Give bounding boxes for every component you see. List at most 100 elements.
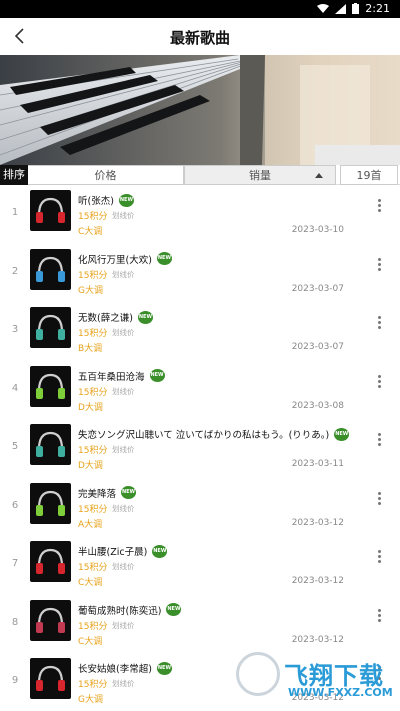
status-bar: 2:21 [0,0,400,18]
song-strike-price: 划线价 [112,503,135,513]
song-cover[interactable] [30,365,71,407]
song-strike-price: 划线价 [112,620,135,630]
more-options-icon[interactable] [376,199,382,215]
headphones-icon [36,197,65,223]
song-row[interactable]: 2 化风行万里(大欢) NEW 15积分 划线价 G大调 2023-03-07 [0,244,400,302]
song-cover[interactable] [30,424,71,465]
song-date: 2023-03-12 [291,576,344,586]
headphones-icon [36,256,65,282]
song-cover[interactable] [30,599,71,641]
song-row[interactable]: 1 听(张杰) NEW 15积分 划线价 C大调 2023-03-10 [0,185,400,243]
song-row[interactable]: 8 葡萄成熟时(陈奕迅) NEW 15积分 划线价 C大调 2023-03-12 [0,595,400,653]
song-strike-price: 划线价 [112,328,135,337]
song-title: 五百年桑田沧海 [78,371,145,383]
song-key: G大调 [78,695,103,705]
headphones-icon [36,431,65,457]
sort-by-sales[interactable]: 销量 [184,165,336,185]
status-time: 2:21 [365,2,390,15]
song-key: B大调 [78,344,103,354]
song-date: 2023-03-12 [291,517,344,528]
song-key: D大调 [78,402,103,413]
song-price: 15积分 [78,270,108,281]
song-title-line: 葡萄成熟时(陈奕迅) NEW [78,603,182,617]
song-index: 4 [11,382,19,394]
song-date: 2023-03-11 [291,459,344,469]
more-options-icon[interactable] [376,257,382,274]
song-strike-price: 划线价 [112,679,135,688]
song-cover[interactable] [30,307,71,348]
song-strike-price: 划线价 [112,386,135,396]
song-title-line: 长安姑娘(李常超) NEW [78,661,172,675]
headphones-icon [36,665,65,691]
watermark-logo: 飞翔下载 WWW.FXXZ.COM [236,652,396,708]
song-key: C大调 [78,227,103,237]
song-title-line: 化风行万里(大欢) NEW [78,252,172,266]
song-price: 15积分 [78,621,108,632]
new-badge-icon: NEW [156,661,172,675]
song-key: G大调 [78,285,103,296]
song-index: 1 [11,207,19,218]
more-options-icon[interactable] [376,316,382,332]
new-badge-icon: NEW [166,603,182,616]
song-row[interactable]: 6 完美降落 NEW 15积分 划线价 A大调 2023-03-12 [0,478,400,536]
song-title: 长安姑娘(李常超) [78,664,152,675]
more-options-icon[interactable] [376,550,382,566]
song-cover[interactable] [30,482,71,524]
new-badge-icon: NEW [137,310,153,324]
song-strike-price: 划线价 [112,445,135,454]
sort-by-price[interactable]: 价格 [28,165,184,185]
song-index: 3 [11,324,19,335]
song-title: 半山腰(Zic子晨) [78,547,148,558]
song-date: 2023-03-07 [291,283,344,294]
new-badge-icon: NEW [152,544,168,558]
headphones-icon [36,548,65,574]
song-date: 2023-03-10 [291,225,344,235]
sort-sales-label: 销量 [249,169,271,182]
song-price: 15积分 [78,563,108,573]
song-row[interactable]: 4 五百年桑田沧海 NEW 15积分 划线价 D大调 2023-03-08 [0,361,400,419]
song-title: 听(张杰) [78,196,114,207]
song-title-line: 五百年桑田沧海 NEW [78,369,165,383]
song-index: 8 [11,616,19,628]
signal-icon [335,3,347,14]
song-cover[interactable] [30,541,71,582]
song-index: 6 [11,499,19,511]
more-options-icon[interactable] [376,374,382,391]
sort-price-label: 价格 [94,169,117,182]
song-price: 15积分 [78,212,108,222]
sort-arrow-up-icon [315,173,323,178]
more-options-icon[interactable] [376,491,382,508]
song-title-line: 完美降落 NEW [78,486,137,500]
song-cover[interactable] [30,248,71,290]
song-row[interactable]: 7 半山腰(Zic子晨) NEW 15积分 划线价 C大调 2023-03-12 [0,536,400,594]
song-price: 15积分 [78,446,108,456]
song-title-line: 半山腰(Zic子晨) NEW [78,544,168,558]
watermark-circle-icon [236,652,280,696]
song-index: 7 [11,558,19,569]
banner-image [0,55,400,165]
headphones-icon [36,607,65,633]
more-options-icon[interactable] [376,608,382,625]
new-badge-icon: NEW [118,193,134,207]
song-title: 失恋ソング沢山聴いて 泣いてばかりの私はもう。(りりあ。) [78,430,330,441]
headphones-icon [36,490,65,516]
status-icons: 2:21 [317,2,390,15]
song-cover[interactable] [30,190,71,231]
song-key: C大调 [78,578,103,588]
song-title-line: 失恋ソング沢山聴いて 泣いてばかりの私はもう。(りりあ。) NEW [78,427,350,441]
song-strike-price: 划线价 [112,562,135,571]
song-title: 葡萄成熟时(陈奕迅) [78,605,162,617]
song-date: 2023-03-12 [291,634,344,645]
song-row[interactable]: 5 失恋ソング沢山聴いて 泣いてばかりの私はもう。(りりあ。) NEW 15积分… [0,419,400,477]
song-strike-price: 划线价 [112,269,135,279]
watermark-url: WWW.FXXZ.COM [288,686,393,699]
song-row[interactable]: 3 无数(薛之谦) NEW 15积分 划线价 B大调 2023-03-07 [0,302,400,360]
song-count: 19首 [340,165,398,185]
song-date: 2023-03-08 [291,400,344,411]
headphones-icon [36,314,65,340]
song-title: 化风行万里(大欢) [78,254,152,266]
song-cover[interactable] [30,658,71,699]
more-options-icon[interactable] [376,433,382,449]
song-price: 15积分 [78,329,108,339]
song-title: 无数(薛之谦) [78,313,133,324]
